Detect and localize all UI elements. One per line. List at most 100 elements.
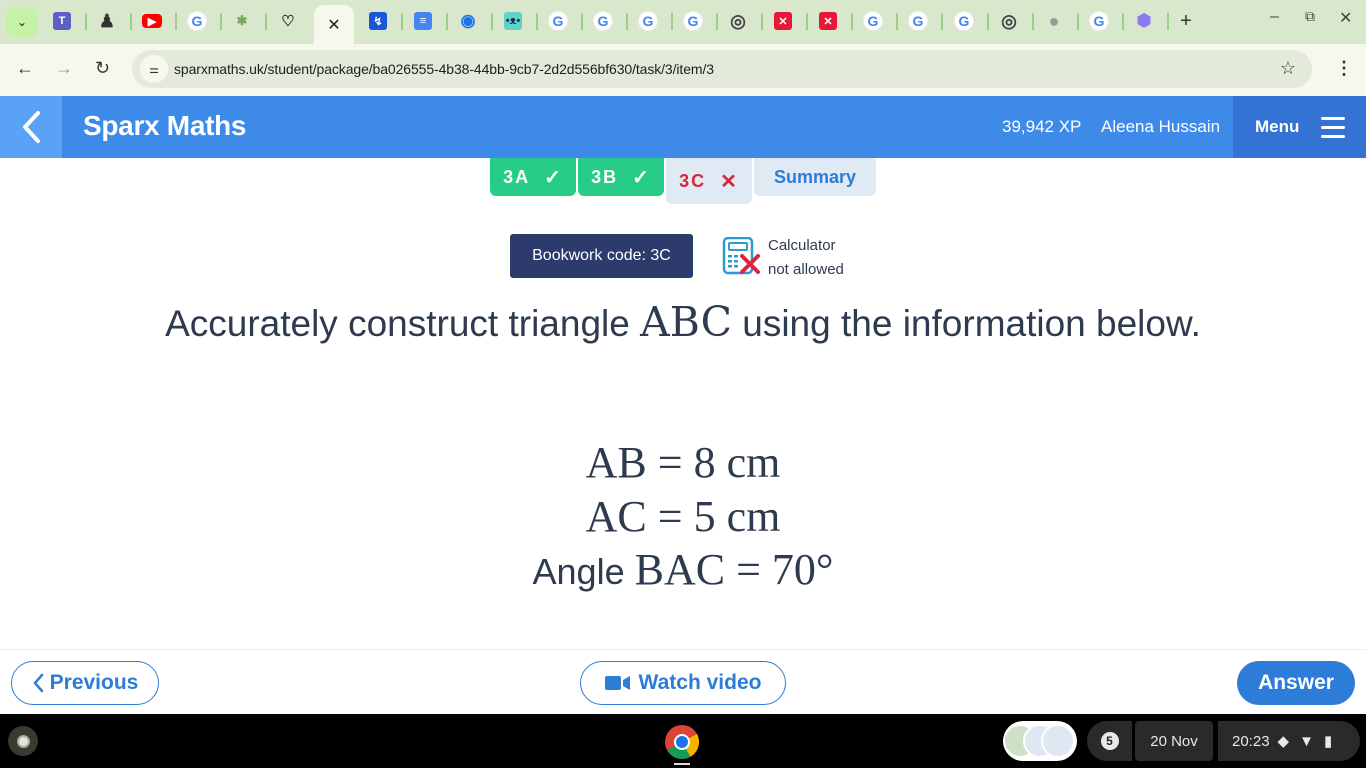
- tab-check[interactable]: ◉: [456, 9, 480, 33]
- menu-label: Menu: [1255, 117, 1300, 136]
- fact-ab: AB = 8 cm: [0, 437, 1366, 488]
- bookmark-star-icon[interactable]: ☆: [1280, 58, 1296, 79]
- tab-separator: [987, 13, 989, 30]
- fact-expression: AB = 8 cm: [585, 438, 781, 487]
- google-icon: G: [683, 11, 703, 31]
- stylus-icon: ◆: [1277, 733, 1290, 750]
- close-window-button[interactable]: ✕: [1339, 8, 1352, 28]
- chat-bot-icon: •ᴥ•: [504, 12, 522, 30]
- tab-google[interactable]: G: [591, 9, 615, 33]
- clock: 20:23: [1232, 732, 1270, 750]
- tab-heart[interactable]: ♡: [276, 9, 300, 33]
- tab-separator: [671, 13, 673, 30]
- bookwork-code: Bookwork code: 3C: [510, 234, 693, 278]
- tab-google[interactable]: G: [1087, 9, 1111, 33]
- fact-expression: BAC = 70°: [634, 545, 834, 594]
- tab-separator: [761, 13, 763, 30]
- fact-angle-bac: Angle BAC = 70°: [0, 544, 1366, 595]
- tab-separator: [1167, 13, 1169, 30]
- task-tab-summary[interactable]: Summary: [754, 158, 876, 196]
- chrome-icon: ◎: [730, 10, 746, 31]
- menu-button[interactable]: Menu: [1233, 96, 1366, 158]
- tab-chatbot[interactable]: •ᴥ•: [501, 9, 525, 33]
- tab-separator: [1032, 13, 1034, 30]
- tab-teams[interactable]: T: [50, 9, 74, 33]
- app-running-indicator: [674, 763, 690, 765]
- tab-chrome[interactable]: ◎: [997, 9, 1021, 33]
- calculator-line-2: not allowed: [768, 261, 844, 278]
- back-button[interactable]: ←: [16, 58, 34, 79]
- window-thumbnail: [1041, 724, 1075, 758]
- question-math: ABC: [640, 298, 732, 346]
- watch-video-button[interactable]: Watch video: [580, 661, 786, 705]
- url-text[interactable]: sparxmaths.uk/student/package/ba026555-4…: [174, 61, 714, 77]
- tab-search-button[interactable]: ⌄: [6, 7, 38, 37]
- task-tab-3c[interactable]: 3C ✕: [666, 158, 752, 204]
- tab-globe[interactable]: ●: [1042, 9, 1066, 33]
- fact-expression: AC = 5 cm: [585, 492, 781, 541]
- tab-chrome[interactable]: ◎: [726, 9, 750, 33]
- tab-separator: [85, 13, 87, 30]
- battery-icon: ▮: [1323, 733, 1333, 750]
- tab-google[interactable]: G: [185, 9, 209, 33]
- task-tab-3b[interactable]: 3B ✓: [578, 158, 664, 196]
- task-tab-label: Summary: [773, 166, 857, 187]
- fact-prefix: Angle: [532, 551, 635, 592]
- app-back-button[interactable]: [0, 96, 62, 158]
- tab-separator: [536, 13, 538, 30]
- recent-windows-preview[interactable]: [1003, 721, 1077, 761]
- tab-docs[interactable]: ≡: [411, 9, 435, 33]
- tab-google[interactable]: G: [546, 9, 570, 33]
- task-tab-3a[interactable]: 3A ✓: [490, 158, 576, 196]
- google-icon: G: [1089, 11, 1109, 31]
- browser-toolbar: ← → ↻ ⚌ sparxmaths.uk/student/package/ba…: [0, 44, 1366, 96]
- tab-google[interactable]: G: [681, 9, 705, 33]
- google-icon: G: [593, 11, 613, 31]
- fact-ac: AC = 5 cm: [0, 491, 1366, 542]
- browser-menu-icon[interactable]: ⋮: [1335, 58, 1353, 79]
- launcher-button[interactable]: [8, 726, 38, 756]
- reload-button[interactable]: ↻: [95, 58, 110, 79]
- tab-sparx[interactable]: ↯: [366, 9, 390, 33]
- tab-xodo[interactable]: ✕: [771, 9, 795, 33]
- chrome-icon: ◎: [1001, 10, 1017, 31]
- tab-google[interactable]: G: [952, 9, 976, 33]
- app-header: Sparx Maths 39,942 XP Aleena Hussain Men…: [0, 96, 1366, 158]
- status-tray[interactable]: 20:23 ◆ ▼ ▮: [1218, 721, 1360, 761]
- calculator-not-allowed-icon: [722, 237, 760, 275]
- previous-button[interactable]: Previous: [11, 661, 159, 705]
- site-info-icon[interactable]: ⚌: [140, 55, 168, 83]
- xodo-icon: ✕: [819, 12, 837, 30]
- xodo-icon: ✕: [774, 12, 792, 30]
- tab-google[interactable]: G: [906, 9, 930, 33]
- tab-youtube[interactable]: ▶: [140, 9, 164, 33]
- close-icon[interactable]: ✕: [327, 15, 340, 35]
- question-text: Accurately construct triangle ABC using …: [0, 298, 1366, 348]
- answer-button[interactable]: Answer: [1237, 661, 1355, 705]
- tab-active[interactable]: ✕: [314, 5, 354, 44]
- teams-icon: T: [53, 12, 71, 30]
- new-tab-button[interactable]: +: [1174, 9, 1198, 33]
- restore-button[interactable]: ⧉: [1305, 8, 1315, 25]
- forward-button[interactable]: →: [55, 58, 73, 79]
- user-name[interactable]: Aleena Hussain: [1101, 117, 1220, 137]
- minimize-button[interactable]: –: [1270, 8, 1279, 26]
- task-tab-label: 3B: [591, 166, 619, 187]
- task-tab-label: 3A: [503, 166, 531, 187]
- tab-xodo[interactable]: ✕: [816, 9, 840, 33]
- tab-kids[interactable]: ✱: [230, 9, 254, 33]
- brand-logo[interactable]: Sparx Maths: [83, 110, 247, 142]
- launcher-icon: [16, 734, 30, 748]
- notifications-button[interactable]: 5: [1087, 721, 1132, 761]
- date-button[interactable]: 20 Nov: [1135, 721, 1213, 761]
- tab-google[interactable]: G: [861, 9, 885, 33]
- chrome-app-icon[interactable]: [664, 724, 700, 760]
- youtube-icon: ▶: [142, 14, 162, 28]
- tab-google[interactable]: G: [636, 9, 660, 33]
- tab-gem[interactable]: ⬢: [1132, 9, 1156, 33]
- address-bar[interactable]: ⚌ sparxmaths.uk/student/package/ba026555…: [132, 50, 1312, 88]
- tab-person[interactable]: ♟: [95, 9, 119, 33]
- tab-separator: [446, 13, 448, 30]
- tab-separator: [130, 13, 132, 30]
- google-icon: G: [548, 11, 568, 31]
